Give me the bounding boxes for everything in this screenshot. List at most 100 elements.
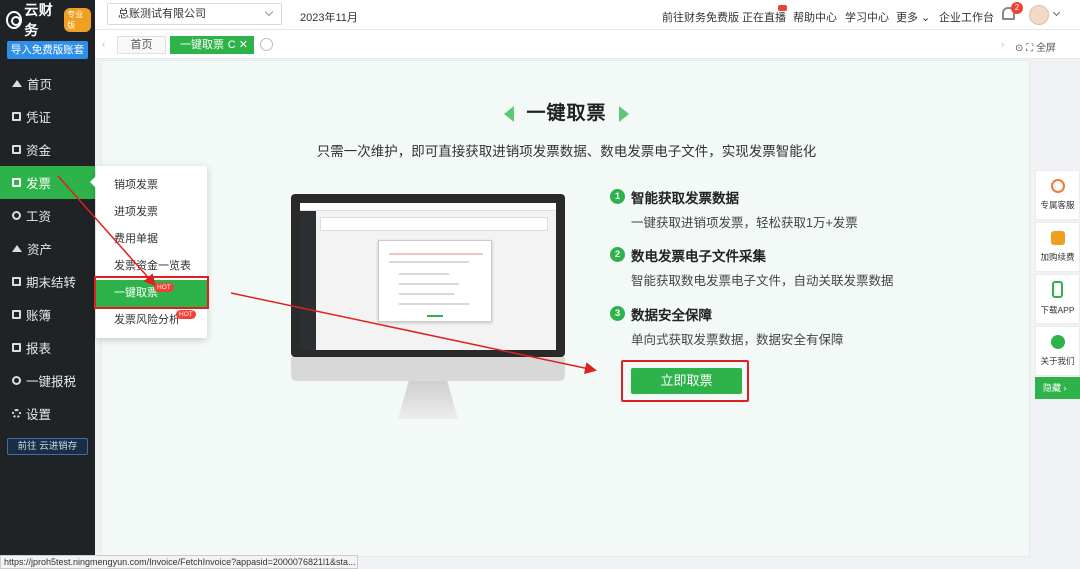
salary-icon [12, 211, 21, 220]
sidebar-item-label: 首页 [27, 78, 53, 92]
tab-label: 一键取票 [180, 39, 224, 51]
top-bar: 总账测试有限公司 2023年11月 前往财务免费版 正在直播 帮助中心 学习中心… [95, 0, 1080, 30]
sidebar-item-assets[interactable]: 资产 [0, 232, 95, 265]
submenu-item-invoice-risk[interactable]: 发票风险分析 HOT [96, 307, 207, 334]
yuan-icon [1050, 231, 1065, 245]
period-end-icon [12, 277, 21, 286]
feature-number: 2 [610, 247, 625, 262]
more-menu[interactable]: 更多 ⌄ [896, 9, 930, 25]
home-icon [12, 80, 22, 87]
logo-text: 云财务 [24, 2, 54, 38]
tab-bar: ‹ 首页 一键取票 C ✕ › ⊙ ⛶ 全屏 [95, 30, 1080, 59]
sidebar-item-label: 资产 [27, 243, 53, 257]
notification-badge: 2 [1011, 2, 1023, 14]
customer-service-button[interactable]: 专属客服 [1035, 170, 1080, 220]
tab-menu-icon[interactable] [260, 38, 273, 51]
tab-scroll-left-icon[interactable]: ‹ [102, 39, 105, 50]
tab-scroll-right-icon[interactable]: › [1001, 39, 1004, 50]
sidebar-item-invoice[interactable]: 发票 [0, 166, 95, 199]
enterprise-workbench-link[interactable]: 企业工作台 [939, 9, 994, 25]
sidebar-item-report[interactable]: 报表 [0, 331, 95, 364]
tab-home[interactable]: 首页 [117, 36, 166, 54]
sidebar-item-label: 凭证 [26, 111, 52, 125]
yunjinxiao-link[interactable]: 前往 云进销存 [7, 438, 88, 455]
hide-toolbar-button[interactable]: 隐藏 › [1035, 377, 1080, 399]
feature-number: 1 [610, 189, 625, 204]
chevron-down-icon [264, 7, 274, 17]
hot-badge: HOT [176, 310, 196, 319]
sidebar-item-label: 一键报税 [26, 375, 77, 389]
tab-fetch-invoice[interactable]: 一键取票 C ✕ [170, 36, 254, 54]
funds-icon [12, 145, 21, 154]
sidebar-item-label: 工资 [26, 210, 52, 224]
gear-icon [12, 409, 21, 418]
submenu-item-label: 发票风险分析 [114, 314, 180, 326]
refresh-close-icons[interactable]: C ✕ [228, 36, 248, 54]
fullscreen-label: 全屏 [1035, 43, 1056, 54]
arrow-decoration-icon [618, 105, 629, 122]
sidebar-item-label: 报表 [26, 342, 52, 356]
rf-label: 关于我们 [1040, 356, 1075, 366]
sidebar-item-voucher[interactable]: 凭证 [0, 100, 95, 133]
company-select[interactable]: 总账测试有限公司 [107, 3, 282, 25]
monitor-base [291, 357, 565, 381]
invoice-icon [12, 178, 21, 187]
sidebar-item-ledger[interactable]: 账簿 [0, 298, 95, 331]
headset-icon [1050, 179, 1065, 193]
app-logo[interactable]: 云财务 专业版 [6, 2, 91, 38]
monitor-stand [398, 381, 458, 419]
submenu-item-purchase-invoice[interactable]: 进项发票 [96, 199, 207, 226]
sidebar-item-label: 账簿 [26, 309, 52, 323]
sidebar-item-salary[interactable]: 工资 [0, 199, 95, 232]
feature-number: 3 [610, 306, 625, 321]
fetch-now-button[interactable]: 立即取票 [631, 368, 742, 394]
rf-label: 下载APP [1040, 305, 1075, 315]
voucher-icon [12, 112, 21, 121]
page-title-text: 一键取票 [526, 103, 607, 124]
screen-preview [300, 203, 556, 350]
phone-icon [1052, 281, 1063, 298]
more-label: 更多 [896, 12, 918, 24]
about-us-button[interactable]: 关于我们 [1035, 326, 1080, 376]
submenu-item-sales-invoice[interactable]: 销项发票 [96, 172, 207, 199]
sidebar-item-period-end[interactable]: 期末结转 [0, 265, 95, 298]
sidebar-item-label: 设置 [26, 408, 52, 422]
company-name: 总账测试有限公司 [118, 8, 206, 20]
sidebar-item-home[interactable]: 首页 [0, 67, 95, 100]
fullscreen-button[interactable]: ⊙ ⛶ 全屏 [1015, 39, 1056, 54]
feature-title: 智能获取发票数据 [631, 191, 739, 206]
feature-desc: 单向式获取发票数据，数据安全有保障 [631, 333, 844, 347]
page-subtitle: 只需一次维护，即可直接获取进销项发票数据、数电发票电子文件，实现发票智能化 [316, 144, 817, 159]
avatar[interactable] [1029, 5, 1049, 25]
wechat-icon [1050, 335, 1065, 349]
invoice-submenu: 销项发票 进项发票 费用单据 发票资金一览表 一键取票 HOT 发票风险分析 H… [90, 166, 207, 338]
logo-icon [6, 11, 23, 29]
sidebar-item-label: 发票 [26, 177, 52, 191]
feature-desc: 一键获取进销项发票，轻松获取1万+发票 [631, 216, 858, 230]
rf-label: 加购续费 [1040, 252, 1075, 262]
sidebar: 云财务 专业版 导入免费版账套 首页 凭证 资金 发票 工资 资产 期末结转 账… [0, 0, 95, 569]
rf-label: 专属客服 [1040, 200, 1075, 210]
learning-center-link[interactable]: 学习中心 [845, 9, 889, 25]
page-title: 一键取票 [102, 98, 1031, 125]
live-badge [778, 5, 787, 11]
feature-title: 数据安全保障 [631, 308, 712, 323]
feature-title: 数电发票电子文件采集 [631, 249, 766, 264]
sidebar-item-settings[interactable]: 设置 [0, 397, 95, 430]
submenu-item-expense-docs[interactable]: 费用单据 [96, 226, 207, 253]
live-link[interactable]: 正在直播 [742, 9, 786, 25]
download-app-button[interactable]: 下载APP [1035, 274, 1080, 324]
feature-desc: 智能获取数电发票电子文件，自动关联发票数据 [631, 274, 894, 288]
free-version-link[interactable]: 前往财务免费版 [662, 9, 739, 25]
renew-button[interactable]: 加购续费 [1035, 222, 1080, 272]
sidebar-item-tax[interactable]: 一键报税 [0, 364, 95, 397]
help-center-link[interactable]: 帮助中心 [793, 9, 837, 25]
chevron-down-icon[interactable] [1052, 8, 1061, 17]
assets-icon [12, 245, 22, 252]
edition-badge: 专业版 [64, 8, 91, 32]
import-free-account-button[interactable]: 导入免费版账套 [7, 41, 88, 59]
highlight-box [94, 276, 209, 309]
period-label[interactable]: 2023年11月 [300, 9, 358, 25]
sidebar-item-funds[interactable]: 资金 [0, 133, 95, 166]
report-icon [12, 343, 21, 352]
